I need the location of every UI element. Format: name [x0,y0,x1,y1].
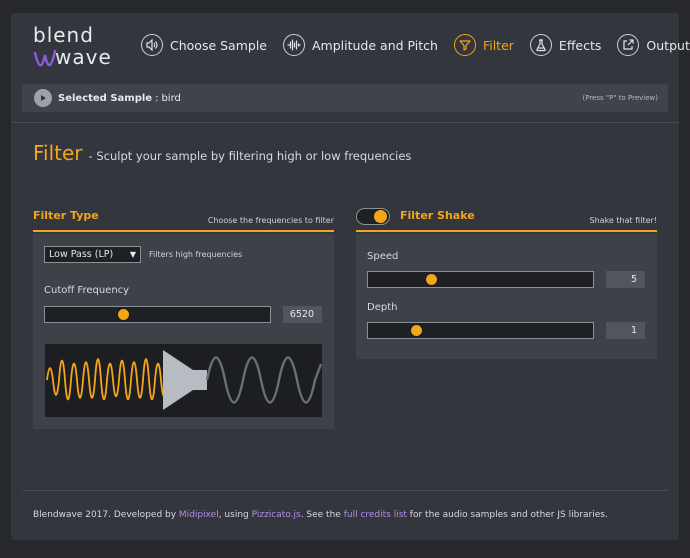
nav-output[interactable]: Output [617,33,690,57]
cutoff-frequency-value[interactable]: 6520 [283,306,322,323]
output-signal-wave [205,356,323,404]
depth-number: 1 [630,325,637,336]
nav-effects[interactable]: Effects [529,33,602,57]
filter-type-panel: Filter Type Choose the frequencies to fi… [33,204,334,429]
filter-type-note: Filters high frequencies [149,250,243,259]
nav-amplitude-pitch[interactable]: Amplitude and Pitch [283,33,438,57]
panel-body: Speed 5 Depth 1 [356,234,657,359]
play-icon [41,95,46,101]
filter-type-select-value: Low Pass (LP) [49,249,114,260]
input-signal-wave [46,358,168,401]
footer-text: . See the [300,510,344,520]
filter-shake-description: Shake that filter! [589,216,657,225]
pizzicato-link[interactable]: Pizzicato.js [252,510,301,520]
flask-icon [529,34,552,56]
filter-type-select[interactable]: Low Pass (LP) ▼ [44,246,141,263]
filter-shake-title: Filter Shake [400,209,475,222]
filter-shake-toggle[interactable] [356,208,390,225]
page-title: Filter [33,141,83,165]
nav-label: Choose Sample [170,37,267,53]
nav-label: Output [646,37,690,53]
logo-text-top: blend [33,23,94,47]
logo-wave-icon [33,49,57,67]
nav-filter[interactable]: Filter [453,33,514,57]
slider-thumb[interactable] [426,274,437,285]
cutoff-frequency-slider[interactable] [44,306,271,323]
cutoff-frequency-number: 6520 [289,309,314,320]
filter-icon [453,34,476,56]
preview-hint: (Press "P" to Preview) [582,94,659,102]
depth-value[interactable]: 1 [606,322,645,339]
footer: Blendwave 2017. Developed by Midipixel, … [33,510,608,520]
panel-header: Filter Type Choose the frequencies to fi… [33,204,334,232]
footer-text: Blendwave 2017. Developed by [33,510,179,520]
filter-funnel-shape [163,350,207,410]
cutoff-frequency-label: Cutoff Frequency [44,285,130,296]
selected-sample-name: bird [161,92,181,104]
footer-divider [22,490,668,491]
speaker-icon [141,34,163,56]
play-button[interactable] [34,89,52,107]
credits-link[interactable]: full credits list [344,510,407,520]
panel-body: Low Pass (LP) ▼ Filters high frequencies… [33,234,334,429]
page-subtitle: - Sculpt your sample by filtering high o… [88,149,412,163]
speed-slider[interactable] [367,271,594,288]
speed-label: Speed [367,251,399,262]
main-nav: Choose Sample Amplitude and Pitch Filter… [141,33,690,57]
slider-thumb[interactable] [411,325,422,336]
slider-thumb[interactable] [118,309,129,320]
selected-sample-separator: : [155,92,159,104]
dropdown-arrow-icon: ▼ [129,250,136,259]
filter-type-description: Choose the frequencies to filter [207,216,334,225]
selected-sample-label: Selected Sample [58,92,153,104]
nav-label: Effects [558,37,602,53]
app-window: blend wave Choose Sample Amplitude and P… [11,13,690,540]
depth-slider[interactable] [367,322,594,339]
export-icon [617,34,640,56]
page-heading: Filter - Sculpt your sample by filtering… [33,141,411,165]
midipixel-link[interactable]: Midipixel [179,510,219,520]
selected-sample-bar: Selected Sample : bird (Press "P" to Pre… [22,84,668,112]
speed-value[interactable]: 5 [606,271,645,288]
toggle-knob [374,210,387,223]
nav-label: Amplitude and Pitch [312,37,438,53]
waveform-icon [283,34,305,56]
nav-choose-sample[interactable]: Choose Sample [141,33,267,57]
speed-number: 5 [630,274,637,285]
filter-type-title: Filter Type [33,209,99,222]
filter-shake-panel: Filter Shake Shake that filter! Speed 5 … [356,204,657,359]
filter-visualization [45,344,323,417]
depth-label: Depth [367,302,398,313]
blendwave-logo[interactable]: blend wave [33,21,113,71]
panel-header: Filter Shake Shake that filter! [356,204,657,232]
footer-text: , using [218,510,252,520]
nav-label: Filter [482,37,514,53]
logo-text-bottom: wave [55,45,112,69]
footer-text: for the audio samples and other JS libra… [406,510,608,520]
divider [11,122,679,123]
